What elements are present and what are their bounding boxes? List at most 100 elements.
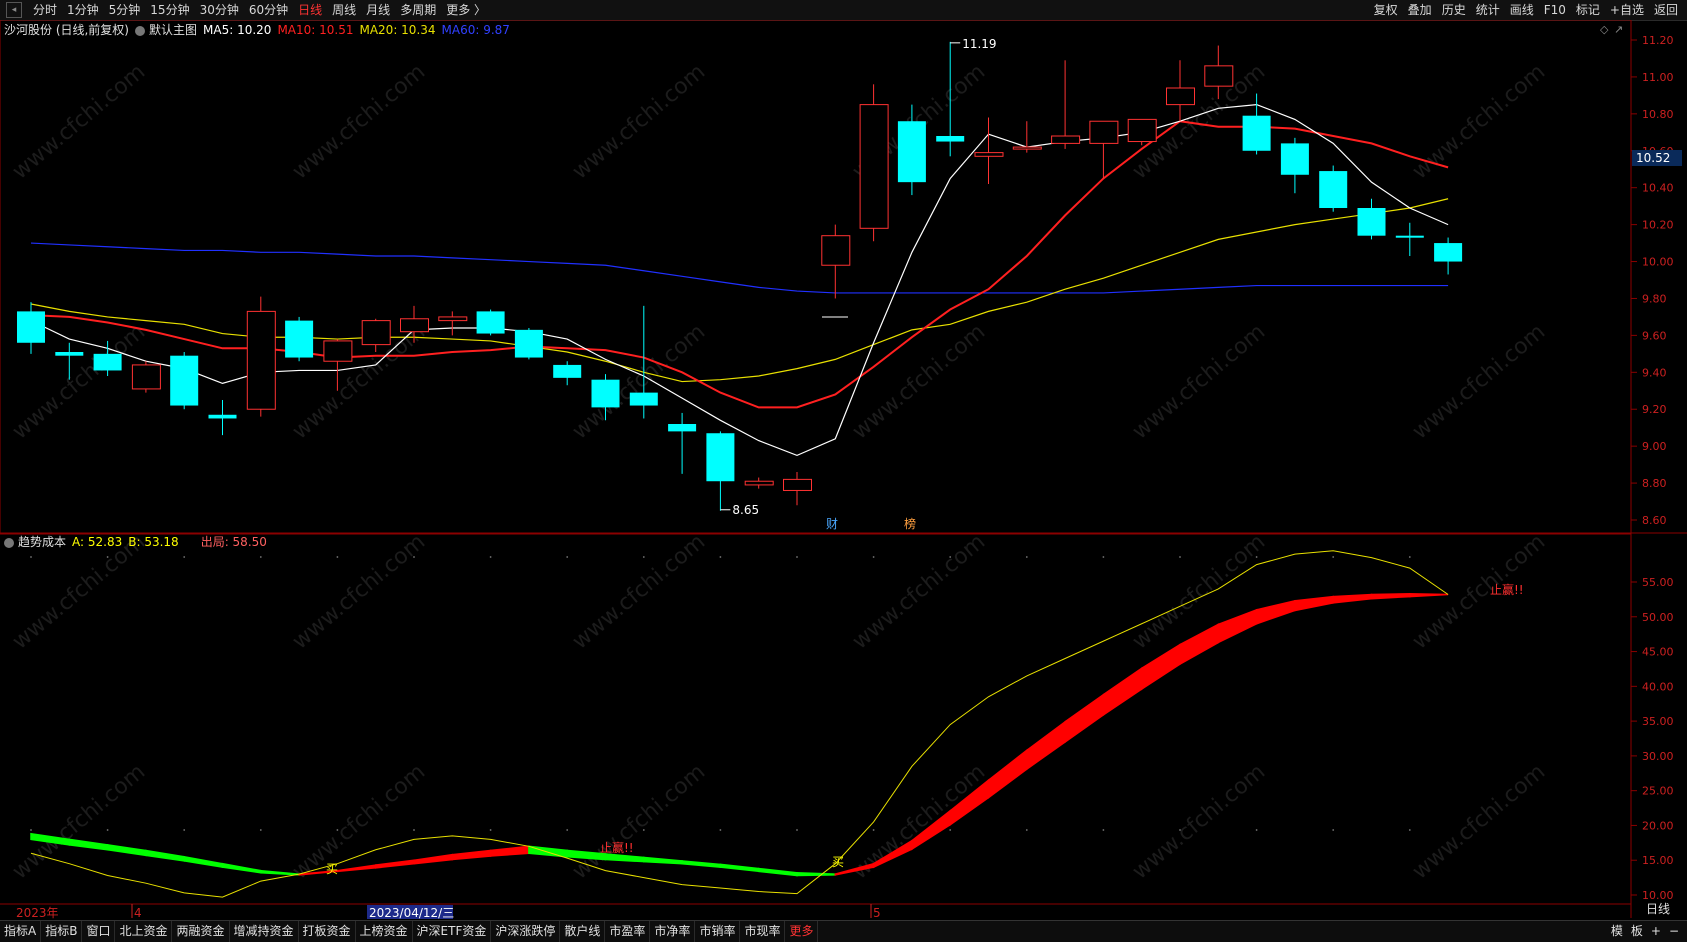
- grid-dot-0-20: [796, 556, 798, 558]
- indicator-tab-15[interactable]: 更多: [785, 921, 819, 942]
- bottom-control-0[interactable]: 模: [1607, 921, 1627, 942]
- grid-dot-1-22: [872, 829, 875, 831]
- indicator-tab-0[interactable]: 指标A: [0, 921, 42, 942]
- indicator-tab-7[interactable]: 上榜资金: [356, 921, 413, 942]
- grid-dot-0-28: [1102, 556, 1105, 558]
- period-tab-2[interactable]: 5分钟: [104, 0, 146, 20]
- grid-dot-0-24: [949, 556, 952, 558]
- stock-title[interactable]: 沙河股份 (日线,前复权): [4, 22, 129, 38]
- event-list-marker[interactable]: 榜: [904, 516, 916, 531]
- grid-dot-1-6: [259, 829, 262, 831]
- indicator-tab-4[interactable]: 两融资金: [172, 921, 230, 942]
- indicator-tab-9[interactable]: 沪深涨跌停: [491, 921, 561, 942]
- candle-4: [170, 352, 199, 410]
- kline-chart[interactable]: www.cfchi.com www.cfchi.com www.cfchi.com w…: [0, 20, 1687, 920]
- toolbar-button-6[interactable]: 标记: [1571, 0, 1605, 20]
- toolbar-button-3[interactable]: 统计: [1471, 0, 1505, 20]
- main-y-tick-13: 8.60: [1642, 514, 1667, 527]
- candle-body-24: [936, 136, 965, 142]
- diamond-icon[interactable]: ◇: [1600, 23, 1609, 36]
- indicator-tab-11[interactable]: 市盈率: [605, 921, 651, 942]
- band-segment-33: [1294, 595, 1334, 612]
- template-selector[interactable]: 默认主图: [135, 22, 197, 38]
- grid-dot-0-6: [259, 556, 262, 558]
- topbar-menu-icon[interactable]: ◂: [6, 2, 22, 18]
- period-tab-0[interactable]: 分时: [28, 0, 62, 20]
- grid-dot-0-26: [1025, 556, 1028, 558]
- stop-marker-1: 止赢!!: [600, 840, 634, 855]
- candle-25: [974, 117, 1004, 184]
- candle-3: [131, 361, 161, 393]
- toolbar-button-5[interactable]: F10: [1539, 0, 1571, 20]
- candle-body-8: [323, 340, 353, 362]
- indicator-tab-13[interactable]: 市销率: [695, 921, 741, 942]
- toolbar-button-4[interactable]: 画线: [1505, 0, 1539, 20]
- band-segment-16: [643, 856, 683, 865]
- period-tab-8[interactable]: 月线: [361, 0, 395, 20]
- event-fin-marker[interactable]: 财: [826, 517, 838, 531]
- grid-dot-0-16: [642, 556, 645, 558]
- watermark-10: www.cfchi.com: [1128, 319, 1270, 444]
- indicator-tab-12[interactable]: 市净率: [650, 921, 696, 942]
- candle-12: [476, 309, 505, 336]
- candle-26: [1012, 121, 1042, 153]
- period-label: 日线: [1646, 902, 1671, 916]
- period-tab-1[interactable]: 1分钟: [62, 0, 104, 20]
- watermark-18: www.cfchi.com: [8, 759, 150, 884]
- toolbar-button-7[interactable]: +自选: [1605, 0, 1649, 20]
- indicator-tab-6[interactable]: 打板资金: [299, 921, 356, 942]
- ind-y-tick-3: 40.00: [1642, 680, 1674, 693]
- main-y-tick-9: 9.40: [1642, 366, 1667, 379]
- watermark-layer: www.cfchi.com www.cfchi.com www.cfchi.com w…: [8, 59, 1550, 884]
- grid-dot-1-8: [336, 829, 339, 831]
- band-segment-27: [1064, 693, 1105, 744]
- main-y-tick-6: 10.00: [1642, 256, 1674, 269]
- period-toolbar: ◂ 分时 1分钟 5分钟 15分钟 30分钟 60分钟 日线 周线 月线 多周期 更多 〉 复权 叠加…: [0, 0, 1687, 21]
- period-tab-9[interactable]: 多周期: [395, 0, 441, 20]
- watermark-15: www.cfchi.com: [848, 529, 990, 654]
- exit-line: [30, 550, 1449, 898]
- band-segment-20: [796, 871, 837, 877]
- period-tab-5[interactable]: 60分钟: [244, 0, 293, 20]
- candle-body-14: [553, 364, 582, 378]
- candle-29: [1127, 118, 1157, 146]
- indicator-tab-2[interactable]: 窗口: [82, 921, 116, 942]
- grid-dot-0-0: [30, 556, 32, 558]
- arrow-icon[interactable]: ↗: [1614, 23, 1623, 36]
- indicator-tab-8[interactable]: 沪深ETF资金: [413, 921, 492, 942]
- toolbar-button-0[interactable]: 复权: [1369, 0, 1403, 20]
- watermark-22: www.cfchi.com: [1128, 759, 1270, 884]
- grid-dot-0-10: [413, 556, 415, 558]
- x-month4-label: 4: [134, 906, 142, 920]
- grid-dot-0-14: [566, 556, 569, 558]
- main-y-tick-7: 9.80: [1642, 292, 1667, 305]
- indicator-dropdown-icon[interactable]: [4, 537, 14, 548]
- indicator-tab-3[interactable]: 北上资金: [115, 921, 173, 942]
- period-tab-6[interactable]: 日线: [293, 0, 327, 20]
- stop-marker-2: 止赢!!: [1490, 582, 1524, 597]
- candle-body-23: [897, 121, 926, 183]
- watermark-23: www.cfchi.com: [1408, 759, 1550, 884]
- grid-dot-0-12: [489, 556, 492, 558]
- band-segment-11: [451, 849, 492, 861]
- period-tab-3[interactable]: 15分钟: [145, 0, 194, 20]
- toolbar-button-2[interactable]: 历史: [1437, 0, 1471, 20]
- candle-body-22: [859, 104, 889, 229]
- indicator-tab-14[interactable]: 市现率: [740, 921, 786, 942]
- candle-body-0: [17, 311, 45, 343]
- indicator-tab-bar: 指标A 指标B 窗口 北上资金 两融资金 增减持资金 打板资金 上榜资金 沪深ETF资金 沪深涨跌…: [0, 920, 1687, 942]
- indicator-tab-1[interactable]: 指标B: [41, 921, 83, 942]
- period-tab-10[interactable]: 更多 〉: [441, 0, 491, 20]
- main-y-tick-4: 10.40: [1642, 182, 1674, 195]
- template-dropdown-icon[interactable]: [135, 25, 145, 36]
- toolbar-button-8[interactable]: 返回: [1649, 0, 1683, 20]
- indicator-name[interactable]: 趋势成本: [4, 534, 66, 550]
- candle-body-19: [744, 480, 774, 486]
- period-tab-4[interactable]: 30分钟: [195, 0, 244, 20]
- current-price-label: 10.52: [1636, 151, 1670, 165]
- indicator-tab-10[interactable]: 散户线: [560, 921, 606, 942]
- toolbar-button-1[interactable]: 叠加: [1403, 0, 1437, 20]
- period-tab-7[interactable]: 周线: [327, 0, 361, 20]
- band-segment-15: [604, 853, 645, 863]
- indicator-tab-5[interactable]: 增减持资金: [230, 921, 299, 942]
